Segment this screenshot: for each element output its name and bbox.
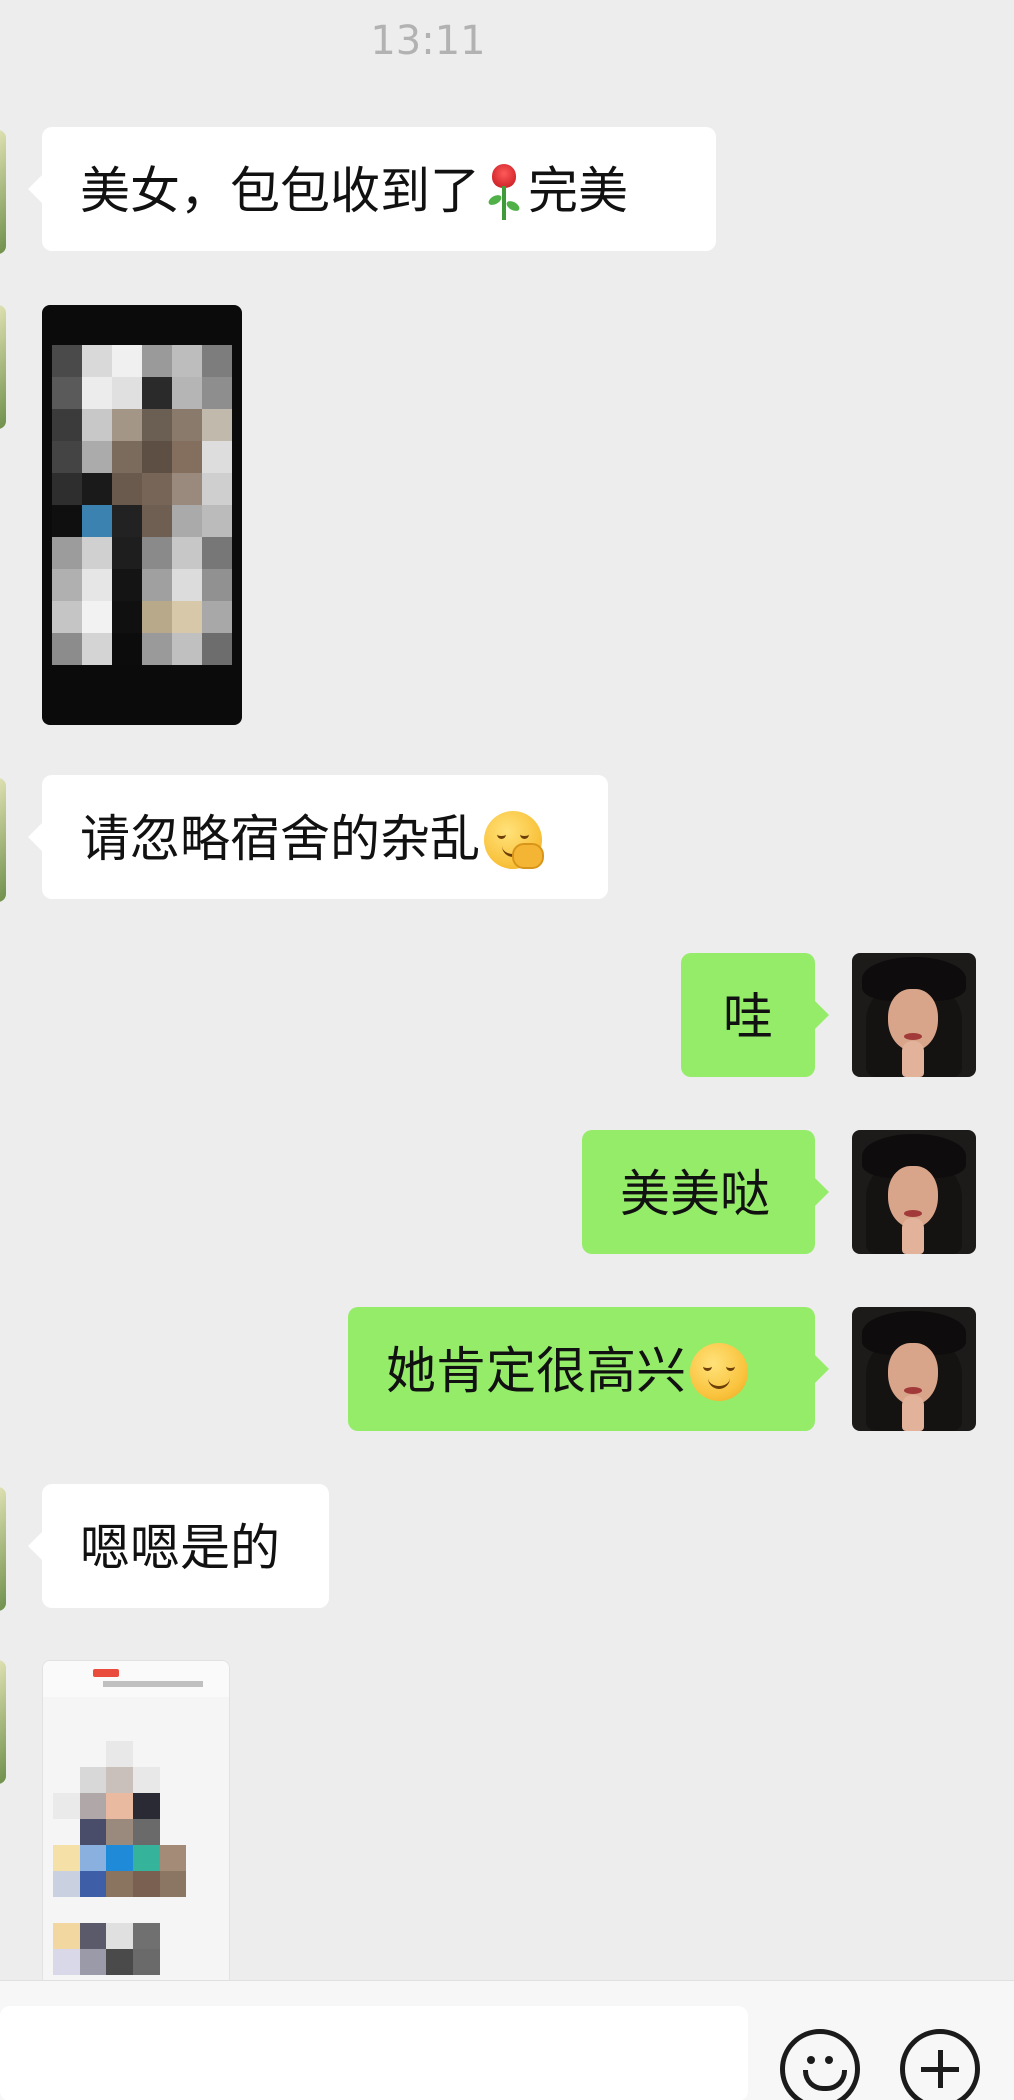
thinking-face-icon bbox=[484, 810, 544, 869]
contact-avatar[interactable] bbox=[0, 130, 6, 254]
message-input[interactable] bbox=[0, 2006, 748, 2100]
message-text: 哇 bbox=[723, 988, 773, 1046]
message-text: 美女，包包收到了 bbox=[80, 162, 480, 220]
photo-message[interactable] bbox=[42, 305, 242, 725]
chat-screen: 13:11 美女，包包收到了 完美 请忽略宿舍的杂乱 哇 美美哒 她肯定很高兴 … bbox=[0, 0, 1014, 2100]
contact-avatar[interactable] bbox=[0, 305, 6, 429]
message-bubble[interactable]: 她肯定很高兴 bbox=[348, 1307, 829, 1431]
message-timestamp: 13:11 bbox=[370, 18, 486, 64]
message-text: 嗯嗯是的 bbox=[80, 1519, 280, 1577]
pixelated-screenshot bbox=[53, 1741, 213, 2001]
pixelated-photo bbox=[52, 345, 232, 665]
message-bubble[interactable]: 美女，包包收到了 完美 bbox=[28, 127, 716, 251]
user-avatar[interactable] bbox=[852, 953, 976, 1077]
input-bar bbox=[0, 1980, 1014, 2100]
message-bubble[interactable]: 请忽略宿舍的杂乱 bbox=[28, 775, 608, 899]
user-avatar[interactable] bbox=[852, 1130, 976, 1254]
contact-avatar[interactable] bbox=[0, 778, 6, 902]
message-bubble[interactable]: 哇 bbox=[681, 953, 829, 1077]
message-bubble[interactable]: 美美哒 bbox=[582, 1130, 829, 1254]
contact-avatar[interactable] bbox=[0, 1660, 6, 1784]
message-text: 请忽略宿舍的杂乱 bbox=[80, 810, 480, 868]
message-text: 美美哒 bbox=[620, 1165, 770, 1223]
message-text: 完美 bbox=[528, 162, 628, 220]
contact-avatar[interactable] bbox=[0, 1487, 6, 1611]
emoji-icon[interactable] bbox=[780, 2029, 860, 2100]
user-avatar[interactable] bbox=[852, 1307, 976, 1431]
message-bubble[interactable]: 嗯嗯是的 bbox=[28, 1484, 329, 1608]
rose-icon bbox=[484, 162, 524, 222]
smiling-face-icon bbox=[690, 1342, 748, 1401]
screenshot-message[interactable] bbox=[42, 1660, 230, 2010]
message-text: 她肯定很高兴 bbox=[386, 1342, 686, 1400]
plus-icon[interactable] bbox=[900, 2029, 980, 2100]
